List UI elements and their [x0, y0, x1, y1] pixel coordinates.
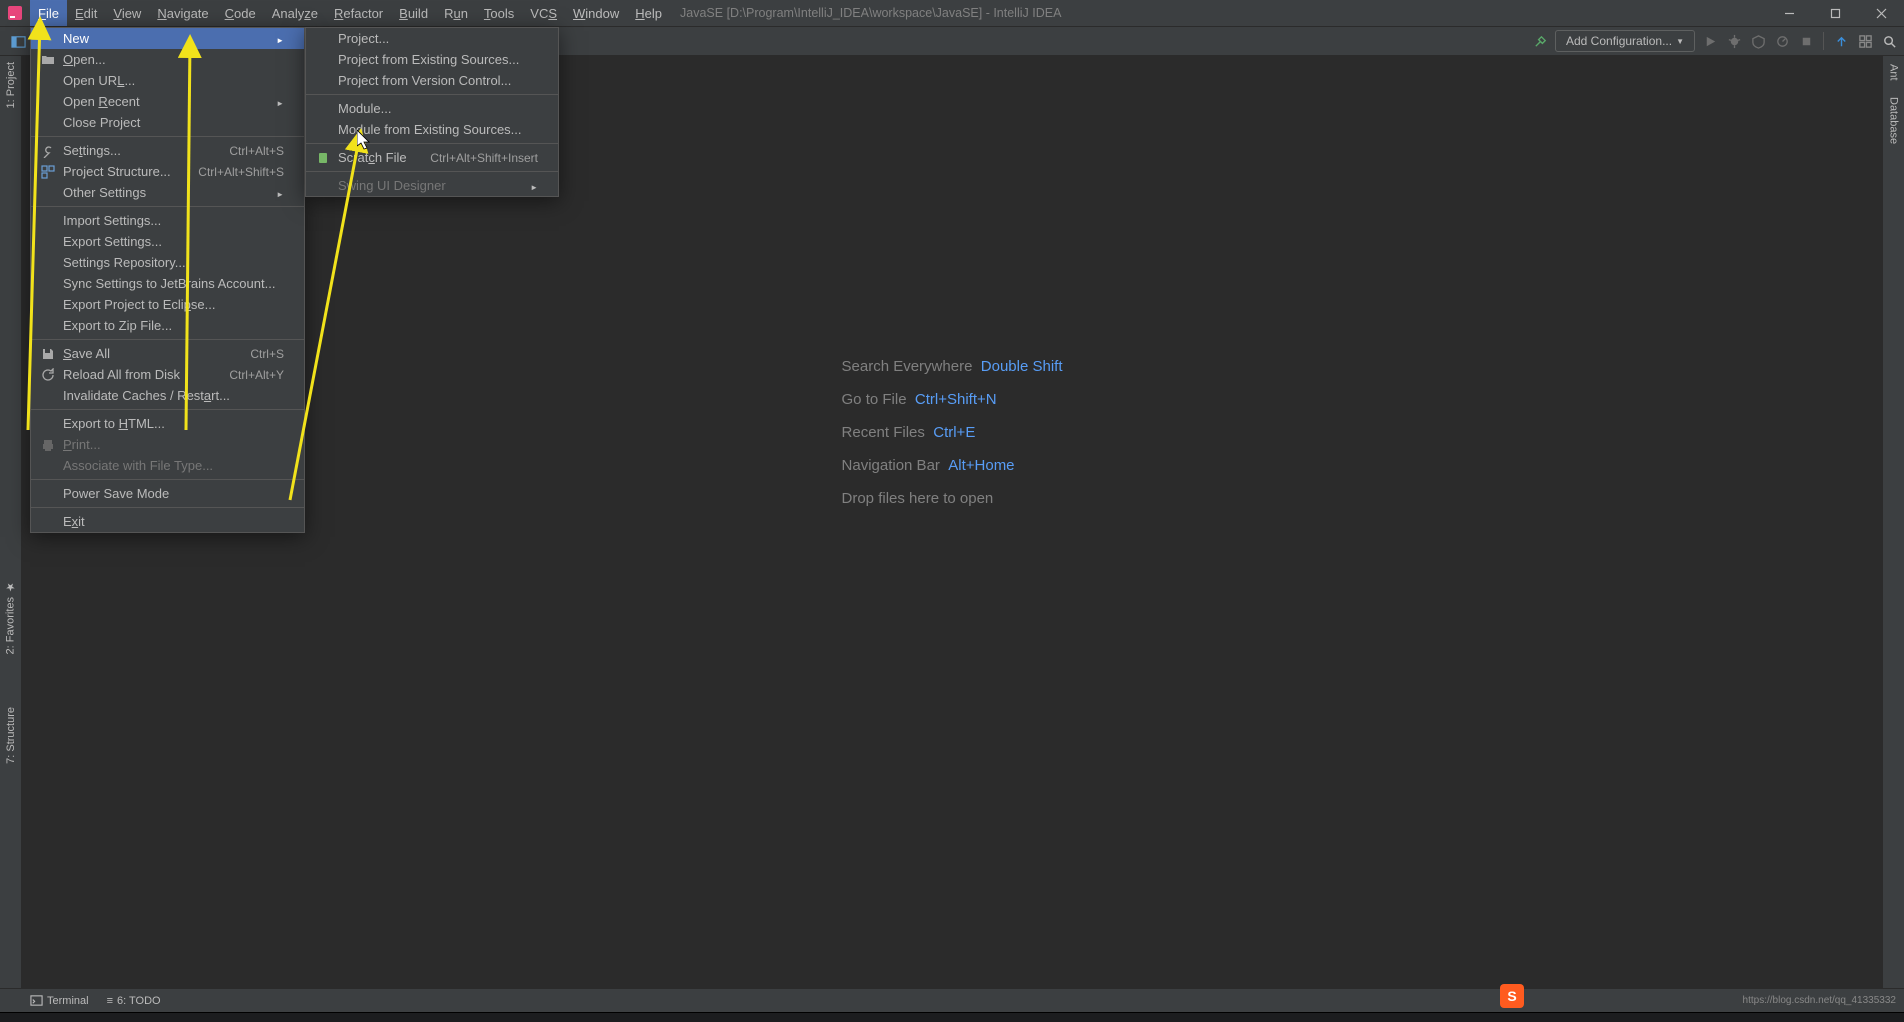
menu-export-zip[interactable]: Export to Zip File... — [31, 315, 304, 336]
menu-settings[interactable]: Settings...Ctrl+Alt+S — [31, 140, 304, 161]
reload-icon — [40, 367, 56, 383]
submenu-project-existing[interactable]: Project from Existing Sources... — [306, 49, 558, 70]
submenu-scratch-file[interactable]: Scratch FileCtrl+Alt+Shift+Insert — [306, 147, 558, 168]
toolwindow-favorites[interactable]: 2: Favorites★ — [4, 574, 17, 660]
project-structure-icon — [40, 164, 56, 180]
submenu-module-existing[interactable]: Module from Existing Sources... — [306, 119, 558, 140]
menu-open-recent[interactable]: Open Recent — [31, 91, 304, 112]
menu-separator — [31, 339, 304, 340]
menu-build[interactable]: Build — [391, 0, 436, 26]
project-structure-icon[interactable] — [1856, 32, 1874, 50]
menu-save-all[interactable]: Save AllCtrl+S — [31, 343, 304, 364]
add-configuration-label: Add Configuration... — [1566, 34, 1672, 48]
title-bar: File Edit View Navigate Code Analyze Ref… — [0, 0, 1904, 27]
menu-file[interactable]: File — [30, 0, 67, 26]
build-hammer-icon[interactable] — [1531, 32, 1549, 50]
menu-invalidate-caches[interactable]: Invalidate Caches / Restart... — [31, 385, 304, 406]
minimize-button[interactable] — [1766, 0, 1812, 26]
menu-export-eclipse[interactable]: Export Project to Eclipse... — [31, 294, 304, 315]
vcs-update-icon[interactable] — [1832, 32, 1850, 50]
menu-separator — [31, 409, 304, 410]
left-tool-stripe: 1: Project 2: Favorites★ 7: Structure — [0, 56, 22, 988]
menu-print[interactable]: Print... — [31, 434, 304, 455]
menu-separator — [31, 479, 304, 480]
menu-run[interactable]: Run — [436, 0, 476, 26]
wrench-icon — [40, 143, 56, 159]
menu-separator — [31, 136, 304, 137]
menu-separator — [306, 171, 558, 172]
right-tool-stripe: Ant Database — [1882, 56, 1904, 988]
menu-separator — [31, 206, 304, 207]
profiler-icon[interactable] — [1773, 32, 1791, 50]
menu-edit[interactable]: Edit — [67, 0, 105, 26]
intellij-logo-icon — [6, 4, 24, 22]
toolwindow-project[interactable]: 1: Project — [5, 56, 17, 114]
maximize-button[interactable] — [1812, 0, 1858, 26]
menu-separator — [306, 94, 558, 95]
coverage-icon[interactable] — [1749, 32, 1767, 50]
menu-tools[interactable]: Tools — [476, 0, 522, 26]
run-icon[interactable] — [1701, 32, 1719, 50]
submenu-module[interactable]: Module... — [306, 98, 558, 119]
hint-nav-bar: Navigation Bar Alt+Home — [842, 457, 1063, 474]
menu-separator — [31, 507, 304, 508]
folder-open-icon — [40, 52, 56, 68]
stop-icon[interactable] — [1797, 32, 1815, 50]
new-submenu: Project... Project from Existing Sources… — [305, 27, 559, 197]
menu-separator — [306, 143, 558, 144]
add-configuration-button[interactable]: Add Configuration... ▼ — [1555, 30, 1695, 52]
menu-window[interactable]: Window — [565, 0, 627, 26]
menu-exit[interactable]: Exit — [31, 511, 304, 532]
search-everywhere-icon[interactable] — [1880, 32, 1898, 50]
toolwindow-database[interactable]: Database — [1888, 89, 1900, 152]
menu-refactor[interactable]: Refactor — [326, 0, 391, 26]
debug-icon[interactable] — [1725, 32, 1743, 50]
main-menu-bar: File Edit View Navigate Code Analyze Ref… — [30, 0, 670, 26]
welcome-hints: Search Everywhere Double Shift Go to Fil… — [842, 358, 1063, 507]
menu-code[interactable]: Code — [217, 0, 264, 26]
menu-sync-jetbrains[interactable]: Sync Settings to JetBrains Account... — [31, 273, 304, 294]
menu-other-settings[interactable]: Other Settings — [31, 182, 304, 203]
toolwindow-structure[interactable]: 7: Structure — [5, 701, 17, 770]
menu-export-settings[interactable]: Export Settings... — [31, 231, 304, 252]
menu-analyze[interactable]: Analyze — [264, 0, 326, 26]
menu-open[interactable]: Open... — [31, 49, 304, 70]
menu-power-save[interactable]: Power Save Mode — [31, 483, 304, 504]
menu-settings-repo[interactable]: Settings Repository... — [31, 252, 304, 273]
ime-indicator-icon[interactable]: S — [1500, 984, 1524, 1008]
project-view-icon[interactable] — [8, 31, 28, 51]
menu-export-html[interactable]: Export to HTML... — [31, 413, 304, 434]
menu-new[interactable]: New — [31, 28, 304, 49]
menu-close-project[interactable]: Close Project — [31, 112, 304, 133]
menu-view[interactable]: View — [105, 0, 149, 26]
menu-reload-disk[interactable]: Reload All from DiskCtrl+Alt+Y — [31, 364, 304, 385]
windows-taskbar — [0, 1012, 1904, 1022]
hint-search-everywhere: Search Everywhere Double Shift — [842, 358, 1063, 375]
hint-go-to-file: Go to File Ctrl+Shift+N — [842, 391, 1063, 408]
menu-import-settings[interactable]: Import Settings... — [31, 210, 304, 231]
menu-vcs[interactable]: VCS — [522, 0, 565, 26]
submenu-swing-designer[interactable]: Swing UI Designer — [306, 175, 558, 196]
menu-navigate[interactable]: Navigate — [149, 0, 216, 26]
close-button[interactable] — [1858, 0, 1904, 26]
toolwindow-terminal[interactable]: Terminal — [30, 994, 89, 1007]
submenu-project-vcs[interactable]: Project from Version Control... — [306, 70, 558, 91]
submenu-project[interactable]: Project... — [306, 28, 558, 49]
menu-project-structure[interactable]: Project Structure...Ctrl+Alt+Shift+S — [31, 161, 304, 182]
save-icon — [40, 346, 56, 362]
status-bar: Terminal ≡6: TODO https://blog.csdn.net/… — [0, 988, 1904, 1012]
hint-recent-files: Recent Files Ctrl+E — [842, 424, 1063, 441]
window-title: JavaSE [D:\Program\IntelliJ_IDEA\workspa… — [680, 6, 1061, 20]
scratch-file-icon — [315, 150, 331, 166]
menu-associate-filetype[interactable]: Associate with File Type... — [31, 455, 304, 476]
status-url-watermark: https://blog.csdn.net/qq_41335332 — [1743, 995, 1896, 1006]
menu-help[interactable]: Help — [627, 0, 670, 26]
toolwindow-todo[interactable]: ≡6: TODO — [107, 995, 161, 1007]
hint-drop-files: Drop files here to open — [842, 490, 1063, 507]
print-icon — [40, 437, 56, 453]
toolwindow-ant[interactable]: Ant — [1888, 56, 1900, 89]
menu-open-url[interactable]: Open URL... — [31, 70, 304, 91]
file-menu-dropdown: New Open... Open URL... Open Recent Clos… — [30, 27, 305, 533]
